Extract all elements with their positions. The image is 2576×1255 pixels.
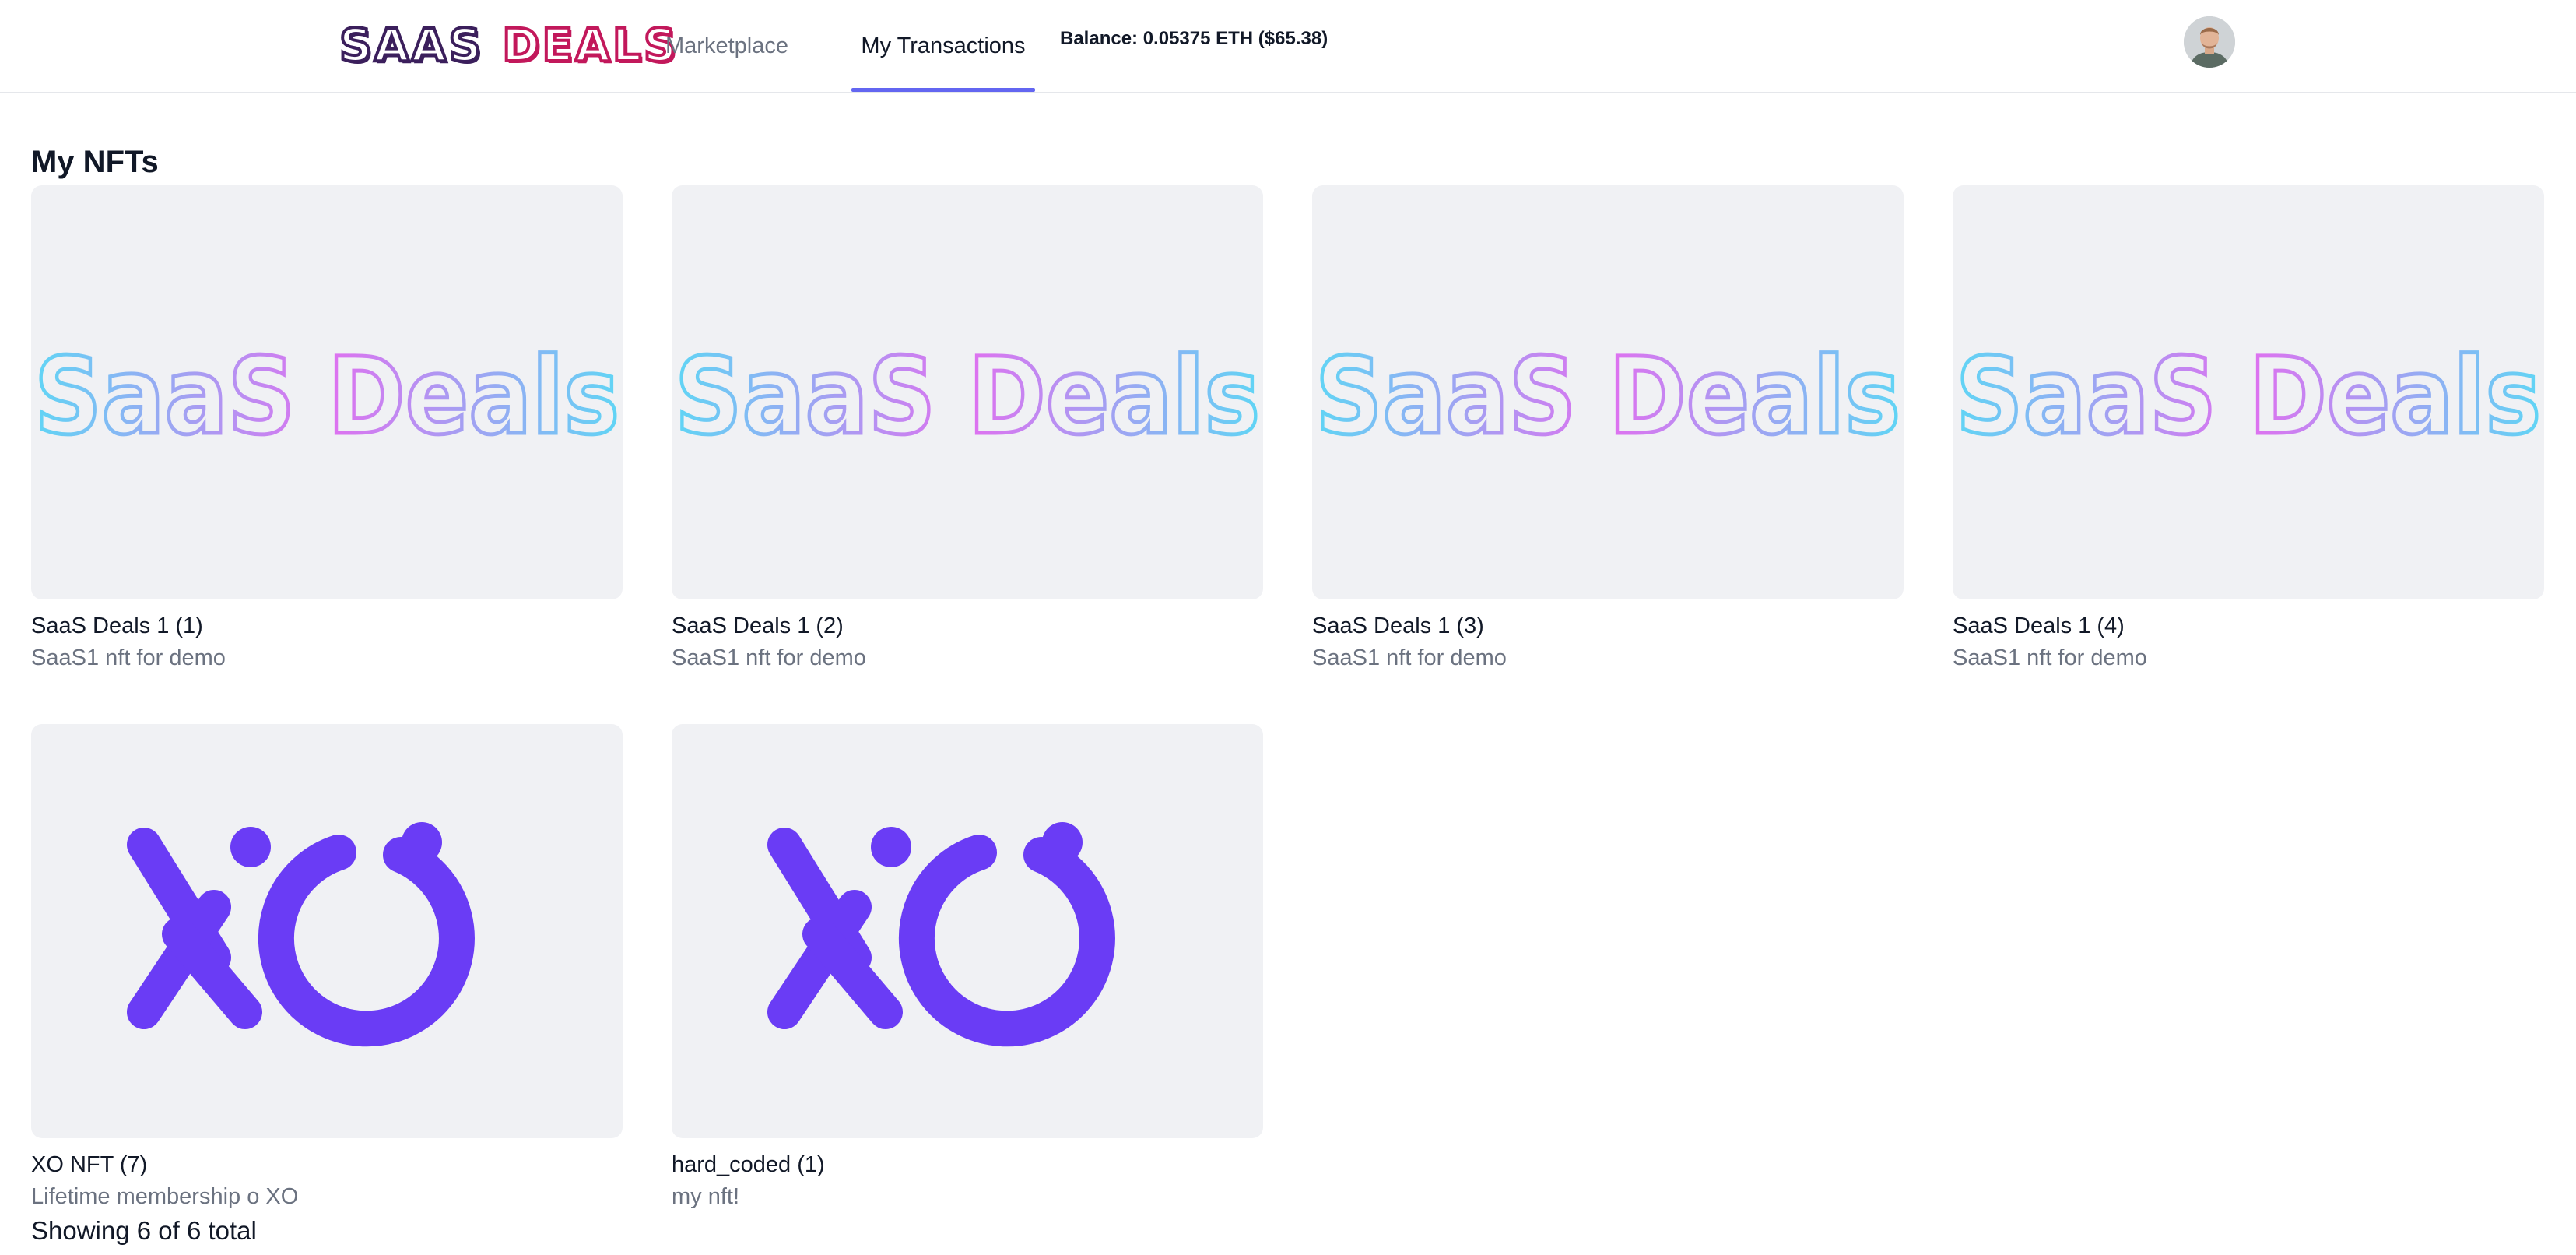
xo-logo-icon xyxy=(767,822,1115,1047)
nft-card[interactable]: hard_coded (1) my nft! xyxy=(672,724,1263,1210)
nft-title: hard_coded (1) xyxy=(672,1152,825,1177)
nft-card[interactable]: XO NFT (7) Lifetime membership o XO xyxy=(31,724,623,1210)
nft-title: SaaS Deals 1 (1) xyxy=(31,613,203,638)
nft-image: SaaS Deals xyxy=(672,185,1263,599)
logo-word-saas: SAAS xyxy=(338,17,484,73)
user-avatar[interactable] xyxy=(2184,16,2235,68)
nft-image xyxy=(672,724,1263,1138)
saas-deals-logo-text: SaaS Deals xyxy=(1956,336,2541,459)
nft-description: SaaS1 nft for demo xyxy=(1953,645,2147,670)
nft-description: Lifetime membership o XO xyxy=(31,1184,299,1209)
top-navbar: SAAS DEALS Marketplace My Transactions B… xyxy=(0,0,2576,93)
nft-image: SaaS Deals xyxy=(1953,185,2544,599)
nft-title: SaaS Deals 1 (3) xyxy=(1312,613,1484,638)
nav-my-transactions[interactable]: My Transactions xyxy=(851,0,1035,92)
nft-card[interactable]: SaaS Deals SaaS Deals 1 (1) SaaS1 nft fo… xyxy=(31,185,623,671)
logo-word-deals: DEALS xyxy=(500,17,679,73)
saas-deals-logo-text: SaaS Deals xyxy=(675,336,1260,459)
wallet-balance: Balance: 0.05375 ETH ($65.38) xyxy=(1060,28,1328,49)
nft-description: SaaS1 nft for demo xyxy=(31,645,226,670)
nft-card[interactable]: SaaS Deals SaaS Deals 1 (2) SaaS1 nft fo… xyxy=(672,185,1263,671)
nft-description: SaaS1 nft for demo xyxy=(1312,645,1507,670)
nft-title: XO NFT (7) xyxy=(31,1152,148,1177)
nft-card[interactable]: SaaS Deals SaaS Deals 1 (4) SaaS1 nft fo… xyxy=(1953,185,2544,671)
nft-image: SaaS Deals xyxy=(1312,185,1904,599)
xo-logo-icon xyxy=(127,822,475,1047)
nft-title: SaaS Deals 1 (2) xyxy=(672,613,844,638)
nft-title: SaaS Deals 1 (4) xyxy=(1953,613,2125,638)
nft-image: SaaS Deals xyxy=(31,185,623,599)
nft-description: my nft! xyxy=(672,1184,740,1209)
nft-description: SaaS1 nft for demo xyxy=(672,645,866,670)
page-title: My NFTs xyxy=(31,145,159,179)
results-count: Showing 6 of 6 total xyxy=(31,1216,257,1245)
avatar-icon xyxy=(2184,16,2235,68)
saas-deals-logo-text: SaaS Deals xyxy=(34,336,619,459)
nft-card[interactable]: SaaS Deals SaaS Deals 1 (3) SaaS1 nft fo… xyxy=(1312,185,1904,671)
saas-deals-logo[interactable]: SAAS DEALS xyxy=(338,14,679,76)
nav-marketplace[interactable]: Marketplace xyxy=(665,0,788,92)
nft-image xyxy=(31,724,623,1138)
saas-deals-logo-text: SaaS Deals xyxy=(1315,336,1900,459)
